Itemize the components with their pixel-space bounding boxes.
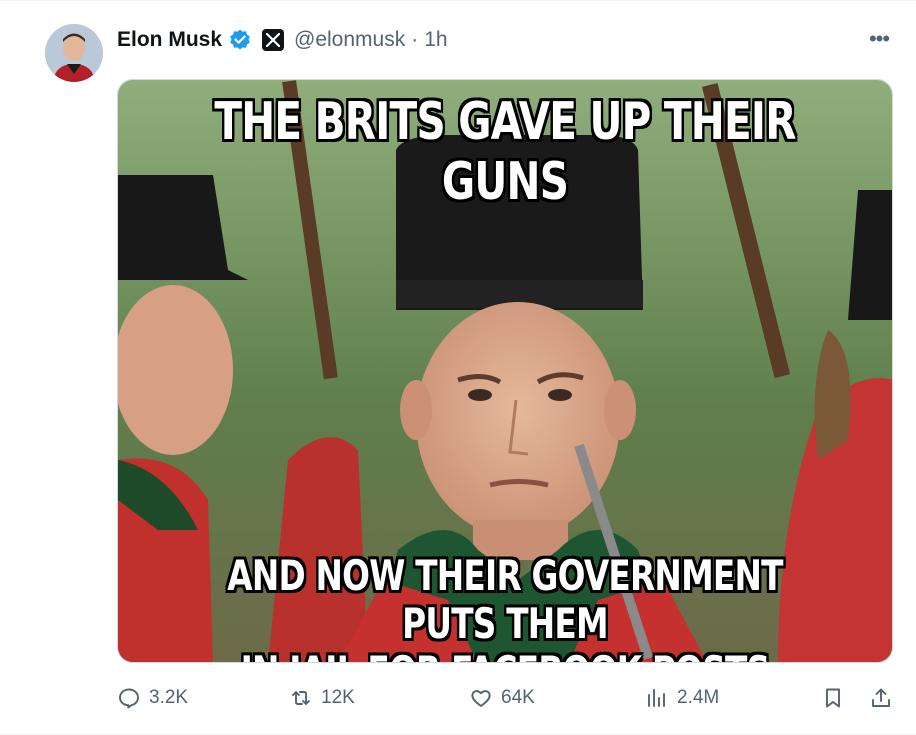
tweet-actions: 3.2K 12K 64K 2.4M — [117, 681, 897, 715]
author-handle[interactable]: @elonmusk — [294, 28, 405, 52]
repost-button[interactable]: 12K — [289, 681, 355, 715]
like-button[interactable]: 64K — [469, 681, 535, 715]
analytics-icon — [648, 689, 665, 707]
views-button[interactable]: 2.4M — [645, 681, 719, 715]
heart-icon — [471, 690, 491, 707]
meme-caption-bottom-line1: AND NOW THEIR GOVERNMENT PUTS THEM — [227, 551, 783, 648]
reply-button[interactable]: 3.2K — [117, 681, 188, 715]
x-logo-icon[interactable] — [262, 29, 285, 51]
share-icon — [872, 688, 890, 707]
separator-dot: · — [411, 28, 419, 51]
avatar[interactable] — [45, 24, 103, 82]
meme-caption-top: THE BRITS GAVE UP THEIR GUNS — [214, 92, 796, 212]
bookmark-icon — [826, 688, 840, 708]
tweet-card[interactable]: Elon Musk @elonmusk · 1h ••• THE BRITS G… — [0, 0, 916, 735]
author-name[interactable]: Elon Musk — [117, 28, 222, 52]
like-count: 64K — [501, 687, 535, 708]
repost-icon — [292, 691, 310, 705]
repost-count: 12K — [321, 687, 355, 708]
more-options-button[interactable]: ••• — [864, 26, 894, 51]
tweet-media-image[interactable]: THE BRITS GAVE UP THEIR GUNS AND NOW THE… — [117, 79, 893, 663]
share-button[interactable] — [869, 681, 893, 715]
bookmark-button[interactable] — [821, 681, 845, 715]
tweet-header: Elon Musk @elonmusk · 1h — [117, 25, 448, 55]
meme-caption-bottom: AND NOW THEIR GOVERNMENT PUTS THEM IN JA… — [203, 552, 807, 663]
meme-caption-bottom-line2: IN JAIL FOR FACEBOOK POSTS — [203, 648, 807, 663]
reply-count: 3.2K — [149, 687, 189, 708]
reply-icon — [119, 688, 139, 709]
verified-badge-icon[interactable] — [228, 28, 252, 52]
timestamp[interactable]: 1h — [424, 28, 447, 52]
view-count: 2.4M — [677, 687, 720, 708]
